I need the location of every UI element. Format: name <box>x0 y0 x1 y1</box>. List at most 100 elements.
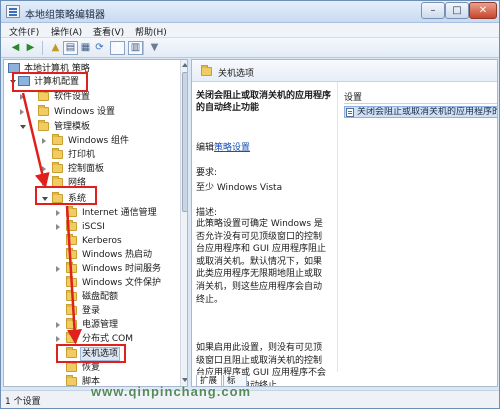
policy-title: 关闭会阻止或取消关机的应用程序的自动终止功能 <box>196 91 332 113</box>
policy-tree-pane[interactable]: 本地计算机 策略 计算机配置 软件设置 Windows 设置 管理模板 Wind… <box>3 59 188 387</box>
folder-icon <box>52 192 63 203</box>
tree-item-windows-hotstart[interactable]: Windows 热启动 <box>4 248 180 261</box>
tree-item-label: 登录 <box>82 306 101 316</box>
up-folder-icon[interactable]: ▲ <box>48 41 63 55</box>
tree-item-system[interactable]: 系统 <box>4 192 180 205</box>
tree-item-windows-settings[interactable]: Windows 设置 <box>4 105 180 118</box>
tree-item-local-policy[interactable]: 本地计算机 策略 <box>4 63 180 75</box>
pane-divider[interactable] <box>337 82 338 372</box>
minimize-button[interactable]: – <box>421 2 445 19</box>
tree-item-windows-components[interactable]: Windows 组件 <box>4 134 180 147</box>
expander-open-icon[interactable] <box>10 80 16 84</box>
maximize-button[interactable]: □ <box>445 2 469 19</box>
status-text: 1 个设置 <box>5 397 41 407</box>
tree-item-recovery[interactable]: 恢复 <box>4 361 180 374</box>
tree-item-label: 打印机 <box>68 150 96 160</box>
tree-item-label: Windows 组件 <box>68 136 130 146</box>
folder-icon <box>66 276 77 287</box>
menu-help[interactable]: 帮助(H) <box>135 25 167 38</box>
folder-icon <box>52 148 63 159</box>
description-body: 此策略设置可确定 Windows 是否允许没有可见顶级窗口的控制台应用程序和 G… <box>196 219 326 305</box>
settings-column-header[interactable]: 设置 <box>344 90 362 103</box>
action-pane-icon[interactable]: ▥ <box>128 41 143 55</box>
details-header-title: 关机选项 <box>218 69 255 79</box>
requirements-value: 至少 Windows Vista <box>196 183 283 193</box>
folder-icon <box>52 162 63 173</box>
tree-item-label: 磁盘配额 <box>82 292 119 302</box>
expander-closed-icon[interactable] <box>56 266 60 272</box>
tree-item-network[interactable]: 网络 <box>4 176 180 189</box>
policy-editor-app-icon <box>6 5 20 18</box>
folder-icon <box>66 248 77 259</box>
tree-item-admin-templates[interactable]: 管理模板 <box>4 120 180 133</box>
tree-item-kerberos[interactable]: Kerberos <box>4 234 180 247</box>
folder-icon <box>66 375 77 386</box>
group-policy-editor-window: 本地组策略编辑器 – □ ✕ 文件(F) 操作(A) 查看(V) 帮助(H) ◀… <box>0 0 500 409</box>
menu-action[interactable]: 操作(A) <box>51 25 82 38</box>
folder-icon <box>38 105 49 116</box>
tree-item-printers[interactable]: 打印机 <box>4 148 180 161</box>
title-bar[interactable]: 本地组策略编辑器 – □ ✕ <box>1 1 499 23</box>
help-icon[interactable]: ? <box>110 41 125 55</box>
tree-item-windows-time[interactable]: Windows 时间服务 <box>4 262 180 275</box>
folder-icon <box>38 120 49 131</box>
expander-closed-icon[interactable] <box>42 180 46 186</box>
tree-item-label: Windows 时间服务 <box>82 264 162 274</box>
tree-item-distributed-com[interactable]: 分布式 COM <box>4 332 180 345</box>
expander-closed-icon[interactable] <box>42 138 46 144</box>
forward-arrow-icon[interactable]: ▶ <box>23 41 38 55</box>
toolbar-separator <box>42 41 43 55</box>
window-title: 本地组策略编辑器 <box>25 10 105 21</box>
expander-closed-icon[interactable] <box>42 166 46 172</box>
toolbar: ◀ ▶ ▲ ▤ ▦ ⟳ ? ▥ ▼ <box>1 38 499 58</box>
expander-closed-icon[interactable] <box>56 224 60 230</box>
expander-open-icon[interactable] <box>42 197 48 201</box>
expander-closed-icon[interactable] <box>56 210 60 216</box>
tree-item-windows-file-protection[interactable]: Windows 文件保护 <box>4 276 180 289</box>
tree-item-internet-comm[interactable]: Internet 通信管理 <box>4 206 180 219</box>
tree-item-label: 控制面板 <box>68 164 105 174</box>
settings-header-divider <box>344 103 497 104</box>
requirements-label: 要求: <box>196 168 218 178</box>
expander-closed-icon[interactable] <box>20 109 24 115</box>
scrollbar-thumb[interactable] <box>182 72 187 212</box>
edit-policy-setting-link[interactable]: 策略设置 <box>214 143 250 153</box>
menu-file[interactable]: 文件(F) <box>9 25 39 38</box>
expander-open-icon[interactable] <box>20 125 26 129</box>
expander-closed-icon[interactable] <box>20 94 24 100</box>
tree-item-logon[interactable]: 登录 <box>4 304 180 317</box>
show-tree-icon[interactable]: ▤ <box>63 41 78 55</box>
scroll-down-arrow-icon[interactable] <box>182 378 187 382</box>
close-button[interactable]: ✕ <box>469 2 497 19</box>
refresh-icon[interactable]: ⟳ <box>92 41 107 55</box>
tree-item-software-settings[interactable]: 软件设置 <box>4 90 180 103</box>
folder-icon <box>52 176 63 187</box>
back-arrow-icon[interactable]: ◀ <box>8 41 23 55</box>
properties-icon[interactable]: ▦ <box>78 41 93 55</box>
expander-closed-icon[interactable] <box>56 336 60 342</box>
filter-icon[interactable]: ▼ <box>147 41 162 55</box>
tree-item-label: iSCSI <box>82 222 105 232</box>
scroll-up-arrow-icon[interactable] <box>182 63 187 67</box>
tree-item-label: Windows 设置 <box>54 107 116 117</box>
tree-item-disk-quota[interactable]: 磁盘配额 <box>4 290 180 303</box>
tree-item-control-panel[interactable]: 控制面板 <box>4 162 180 175</box>
tree-item-iscsi[interactable]: iSCSI <box>4 220 180 233</box>
tree-item-label: Windows 文件保护 <box>82 278 162 288</box>
tree-item-computer-config[interactable]: 计算机配置 <box>4 76 180 88</box>
setting-row[interactable]: 关闭会阻止或取消关机的应用程序的自动终止功能 <box>344 106 497 118</box>
tree-item-label: 系统 <box>68 194 87 204</box>
menu-bar: 文件(F) 操作(A) 查看(V) 帮助(H) <box>1 23 499 38</box>
folder-icon <box>66 220 77 231</box>
folder-icon <box>201 65 212 76</box>
tree-scrollbar[interactable] <box>180 60 187 386</box>
tree-item-shutdown-options[interactable]: 关机选项 <box>4 347 180 361</box>
tree-item-label: Internet 通信管理 <box>82 208 157 218</box>
folder-icon <box>66 234 77 245</box>
expander-closed-icon[interactable] <box>56 322 60 328</box>
description-label: 描述: <box>196 208 218 218</box>
tree-item-power-management[interactable]: 电源管理 <box>4 318 180 331</box>
tree-item-label: Kerberos <box>82 236 122 246</box>
tree-item-label: 分布式 COM <box>82 334 133 344</box>
menu-view[interactable]: 查看(V) <box>93 25 124 38</box>
